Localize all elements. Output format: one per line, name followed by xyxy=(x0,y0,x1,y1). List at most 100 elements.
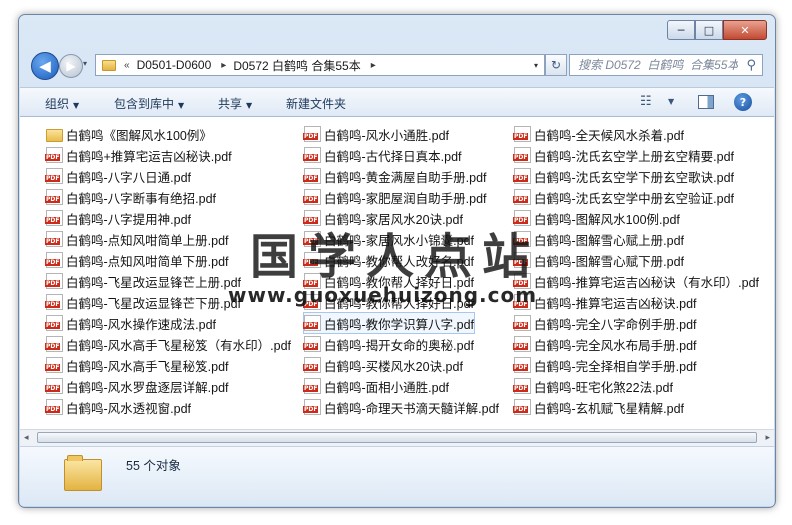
search-input[interactable] xyxy=(576,57,740,73)
pdf-file-icon xyxy=(45,231,63,247)
file-item[interactable]: 白鹤鸣-家居风水小锦囊.pdf xyxy=(303,229,474,249)
file-item[interactable]: 白鹤鸣-教你帮人择好日.pdf xyxy=(303,292,474,312)
file-item[interactable]: 白鹤鸣-命理天书滴天髓详解.pdf xyxy=(303,397,500,417)
new-folder-button[interactable]: 新建文件夹 xyxy=(286,95,346,112)
scrollbar-thumb[interactable] xyxy=(37,432,757,443)
file-item[interactable]: 白鹤鸣-教你帮人改好名.pdf xyxy=(303,250,475,270)
file-item[interactable]: 白鹤鸣-买楼风水20诀.pdf xyxy=(303,355,463,375)
change-view-icon[interactable]: ☷ xyxy=(640,94,652,109)
breadcrumb-separator-icon[interactable]: ▸ xyxy=(221,60,226,71)
file-item[interactable]: 白鹤鸣-玄机赋飞星精解.pdf xyxy=(513,397,684,417)
file-item[interactable]: 白鹤鸣-点知风咁简单上册.pdf xyxy=(45,229,229,249)
file-item[interactable]: 白鹤鸣-图解风水100例.pdf xyxy=(513,208,680,228)
file-name: 白鹤鸣-教你学识算八字.pdf xyxy=(324,317,475,332)
pdf-file-icon xyxy=(513,357,531,373)
file-item[interactable]: 白鹤鸣+推算宅运吉凶秘诀.pdf xyxy=(45,145,232,165)
chevron-down-icon: ▼ xyxy=(178,101,185,110)
file-item[interactable]: 白鹤鸣-推算宅运吉凶秘诀（有水印）.pdf xyxy=(513,271,759,291)
back-button[interactable]: ◀ xyxy=(31,52,59,80)
recent-pages-dropdown-icon[interactable]: ▾ xyxy=(83,59,87,68)
file-item[interactable]: 白鹤鸣-完全择相自学手册.pdf xyxy=(513,355,697,375)
file-name: 白鹤鸣-命理天书滴天髓详解.pdf xyxy=(324,401,500,416)
file-name: 白鹤鸣-八字断事有绝招.pdf xyxy=(66,191,217,206)
file-item[interactable]: 白鹤鸣-古代择日真本.pdf xyxy=(303,145,462,165)
file-item[interactable]: 白鹤鸣-黄金满屋自助手册.pdf xyxy=(303,166,487,186)
minimize-button[interactable]: ─ xyxy=(667,20,695,40)
scroll-right-icon[interactable]: ▸ xyxy=(765,433,770,443)
refresh-button[interactable]: ↻ xyxy=(545,54,567,76)
file-item[interactable]: 白鹤鸣-完全八字命例手册.pdf xyxy=(513,313,697,333)
include-in-library-menu[interactable]: 包含到库中 ▼ xyxy=(114,95,184,112)
folder-item[interactable]: 白鹤鸣《图解风水100例》 xyxy=(46,124,212,144)
pdf-file-icon xyxy=(303,147,321,163)
horizontal-scrollbar[interactable]: ◂ ▸ xyxy=(20,429,774,446)
file-item[interactable]: 白鹤鸣-全天候风水杀着.pdf xyxy=(513,124,684,144)
file-item[interactable]: 白鹤鸣-风水操作速成法.pdf xyxy=(45,313,216,333)
pdf-file-icon xyxy=(303,210,321,226)
pdf-file-icon xyxy=(303,336,321,352)
file-item[interactable]: 白鹤鸣-风水高手飞星秘笈.pdf xyxy=(45,355,229,375)
file-item[interactable]: 白鹤鸣-八字八日通.pdf xyxy=(45,166,191,186)
file-item[interactable]: 白鹤鸣-推算宅运吉凶秘诀.pdf xyxy=(513,292,697,312)
file-name: 白鹤鸣-八字提用神.pdf xyxy=(66,212,192,227)
scroll-left-icon[interactable]: ◂ xyxy=(24,433,29,443)
file-name: 白鹤鸣-图解风水100例.pdf xyxy=(534,212,680,227)
file-item[interactable]: 白鹤鸣-沈氏玄空学下册玄空歌诀.pdf xyxy=(513,166,734,186)
file-name: 白鹤鸣-教你帮人改好名.pdf xyxy=(324,254,475,269)
file-item[interactable]: 白鹤鸣-沈氏玄空学上册玄空精要.pdf xyxy=(513,145,734,165)
file-item[interactable]: 白鹤鸣-面相小通胜.pdf xyxy=(303,376,449,396)
search-icon[interactable]: ⚲ xyxy=(746,58,756,73)
share-menu[interactable]: 共享 ▼ xyxy=(218,95,252,112)
pdf-file-icon xyxy=(45,147,63,163)
file-item[interactable]: 白鹤鸣-教你帮人择好日.pdf xyxy=(303,271,474,291)
pdf-file-icon xyxy=(513,252,531,268)
pdf-file-icon xyxy=(303,315,321,331)
breadcrumb-separator-icon[interactable]: ▸ xyxy=(371,60,376,71)
chevron-down-icon: ▼ xyxy=(246,101,253,110)
maximize-button[interactable]: □ xyxy=(695,20,723,40)
file-name: 白鹤鸣-飞星改运显锋芒上册.pdf xyxy=(66,275,242,290)
file-item[interactable]: 白鹤鸣-完全风水布局手册.pdf xyxy=(513,334,697,354)
file-item[interactable]: 白鹤鸣-风水小通胜.pdf xyxy=(303,124,449,144)
file-item[interactable]: 白鹤鸣-教你学识算八字.pdf xyxy=(302,312,476,334)
address-dropdown-icon[interactable]: ▾ xyxy=(534,61,538,70)
file-item[interactable]: 白鹤鸣-图解雪心赋上册.pdf xyxy=(513,229,684,249)
search-box: ⚲ xyxy=(569,54,763,76)
file-item[interactable]: 白鹤鸣-风水罗盘逐层详解.pdf xyxy=(45,376,229,396)
file-item[interactable]: 白鹤鸣-图解雪心赋下册.pdf xyxy=(513,250,685,270)
file-name: 白鹤鸣-图解雪心赋下册.pdf xyxy=(534,254,685,269)
close-button[interactable]: ✕ xyxy=(723,20,767,40)
view-options-dropdown-icon[interactable]: ▼ xyxy=(668,97,674,106)
breadcrumb-d0501-d0600[interactable]: D0501-D0600 xyxy=(137,58,212,72)
help-icon[interactable]: ? xyxy=(734,93,752,111)
file-item[interactable]: 白鹤鸣-家肥屋润自助手册.pdf xyxy=(303,187,487,207)
file-item[interactable]: 白鹤鸣-飞星改运显锋芒下册.pdf xyxy=(45,292,241,312)
file-item[interactable]: 白鹤鸣-飞星改运显锋芒上册.pdf xyxy=(45,271,242,291)
pdf-file-icon xyxy=(45,189,63,205)
pdf-file-icon xyxy=(45,273,63,289)
file-list: 白鹤鸣《图解风水100例》白鹤鸣+推算宅运吉凶秘诀.pdf 白鹤鸣-八字八日通.p… xyxy=(20,117,774,449)
explorer-window: ─ □ ✕ ◀ ▶ ▾ « D0501-D0600 ▸ D0572 白鹤鸣 合集… xyxy=(18,14,776,508)
file-item[interactable]: 白鹤鸣-揭开女命的奥秘.pdf xyxy=(303,334,474,354)
file-item[interactable]: 白鹤鸣-旺宅化煞22法.pdf xyxy=(513,376,673,396)
organize-menu[interactable]: 组织 ▼ xyxy=(45,95,79,112)
pdf-file-icon xyxy=(303,252,321,268)
file-item[interactable]: 白鹤鸣-点知风咁简单下册.pdf xyxy=(45,250,229,270)
address-bar[interactable]: « D0501-D0600 ▸ D0572 白鹤鸣 合集55本 ▸ ▾ xyxy=(95,54,545,76)
overflow-chevron-icon[interactable]: « xyxy=(124,60,130,71)
pdf-file-icon xyxy=(303,294,321,310)
forward-button[interactable]: ▶ xyxy=(59,54,83,78)
file-item[interactable]: 白鹤鸣-八字断事有绝招.pdf xyxy=(45,187,217,207)
file-item[interactable]: 白鹤鸣-八字提用神.pdf xyxy=(45,208,192,228)
pdf-file-icon xyxy=(513,210,531,226)
pdf-file-icon xyxy=(513,189,531,205)
pdf-file-icon xyxy=(45,168,63,184)
file-item[interactable]: 白鹤鸣-风水透视窗.pdf xyxy=(45,397,191,417)
file-name: 白鹤鸣-古代择日真本.pdf xyxy=(324,149,462,164)
navigation-bar: ◀ ▶ ▾ « D0501-D0600 ▸ D0572 白鹤鸣 合集55本 ▸ … xyxy=(19,51,775,83)
preview-pane-icon[interactable] xyxy=(698,95,714,109)
file-item[interactable]: 白鹤鸣-风水高手飞星秘笈（有水印）.pdf xyxy=(45,334,291,354)
file-item[interactable]: 白鹤鸣-家居风水20诀.pdf xyxy=(303,208,463,228)
file-item[interactable]: 白鹤鸣-沈氏玄空学中册玄空验证.pdf xyxy=(513,187,734,207)
breadcrumb-d0572[interactable]: D0572 白鹤鸣 合集55本 xyxy=(233,57,360,74)
